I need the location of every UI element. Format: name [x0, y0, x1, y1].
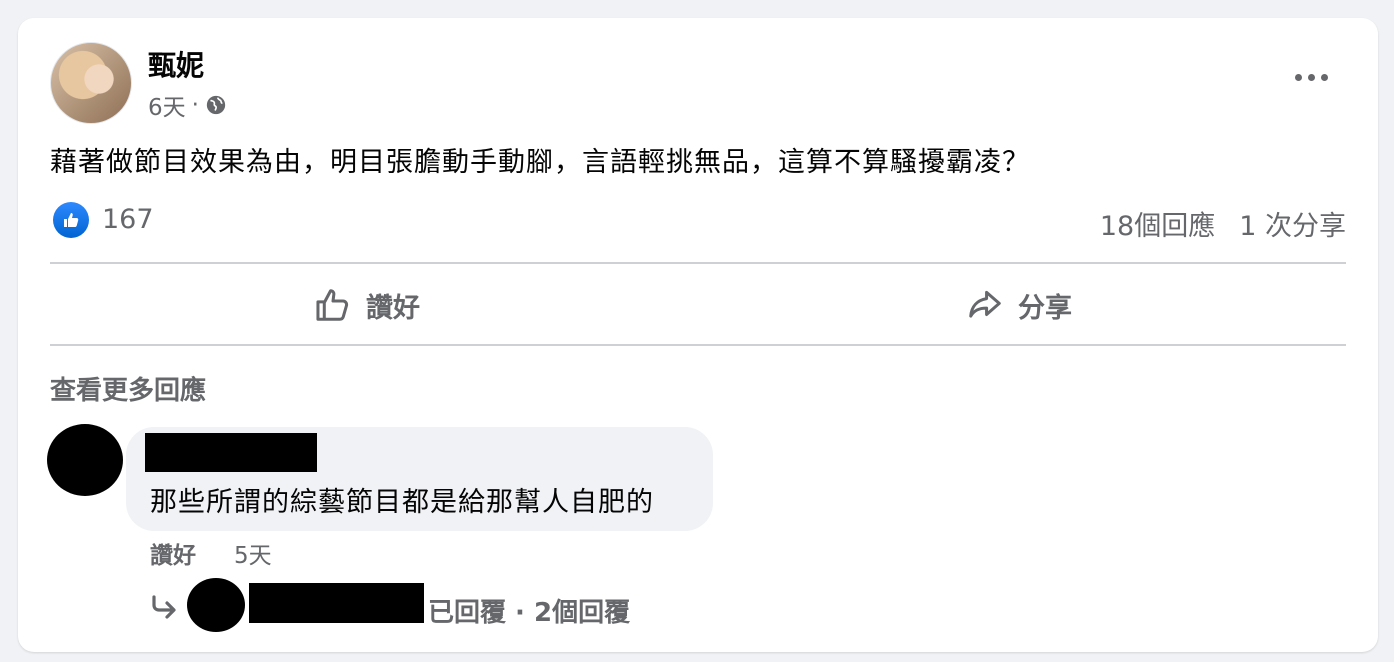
post-time[interactable]: 6天: [148, 88, 186, 122]
author-name[interactable]: 甄妮: [148, 44, 204, 84]
post-stats: 18個回應 1 次分享: [1100, 204, 1346, 243]
like-button-label: 讚好: [366, 292, 420, 324]
commenter-name-redacted[interactable]: [145, 433, 317, 472]
view-replies-link[interactable]: 已回覆 · 2個回覆: [428, 592, 630, 629]
thumbs-up-icon: [316, 289, 349, 321]
like-reaction-icon[interactable]: [53, 202, 89, 238]
comments-count[interactable]: 18個回應: [1100, 204, 1215, 243]
share-button-label: 分享: [1018, 292, 1072, 324]
like-count[interactable]: 167: [102, 204, 154, 235]
meta-separator: ·: [191, 92, 199, 118]
comment-like-button[interactable]: 讚好: [150, 536, 196, 570]
globe-icon[interactable]: [205, 94, 227, 116]
share-arrow-icon: [969, 290, 1001, 318]
comment-text: 那些所謂的綜藝節目都是給那幫人自肥的: [150, 487, 654, 518]
post-meta: 6天 ·: [148, 88, 227, 122]
comment-time[interactable]: 5天: [234, 536, 272, 570]
replier-avatar[interactable]: [187, 578, 245, 632]
share-button[interactable]: 分享: [966, 280, 1072, 330]
shares-count[interactable]: 1 次分享: [1239, 204, 1346, 243]
divider-bottom: [50, 344, 1346, 346]
commenter-avatar[interactable]: [47, 424, 123, 496]
like-button[interactable]: 讚好: [314, 280, 420, 330]
post-text: 藉著做節目效果為由，明目張膽動手動腳，言語輕挑無品，這算不算騷擾霸凌？: [50, 147, 1030, 178]
view-more-comments[interactable]: 查看更多回應: [50, 370, 206, 407]
reply-arrow-icon: [152, 595, 176, 619]
author-avatar[interactable]: [50, 42, 132, 124]
more-options-icon[interactable]: [1286, 62, 1336, 92]
divider-top: [50, 262, 1346, 264]
replier-name-redacted[interactable]: [249, 583, 424, 623]
